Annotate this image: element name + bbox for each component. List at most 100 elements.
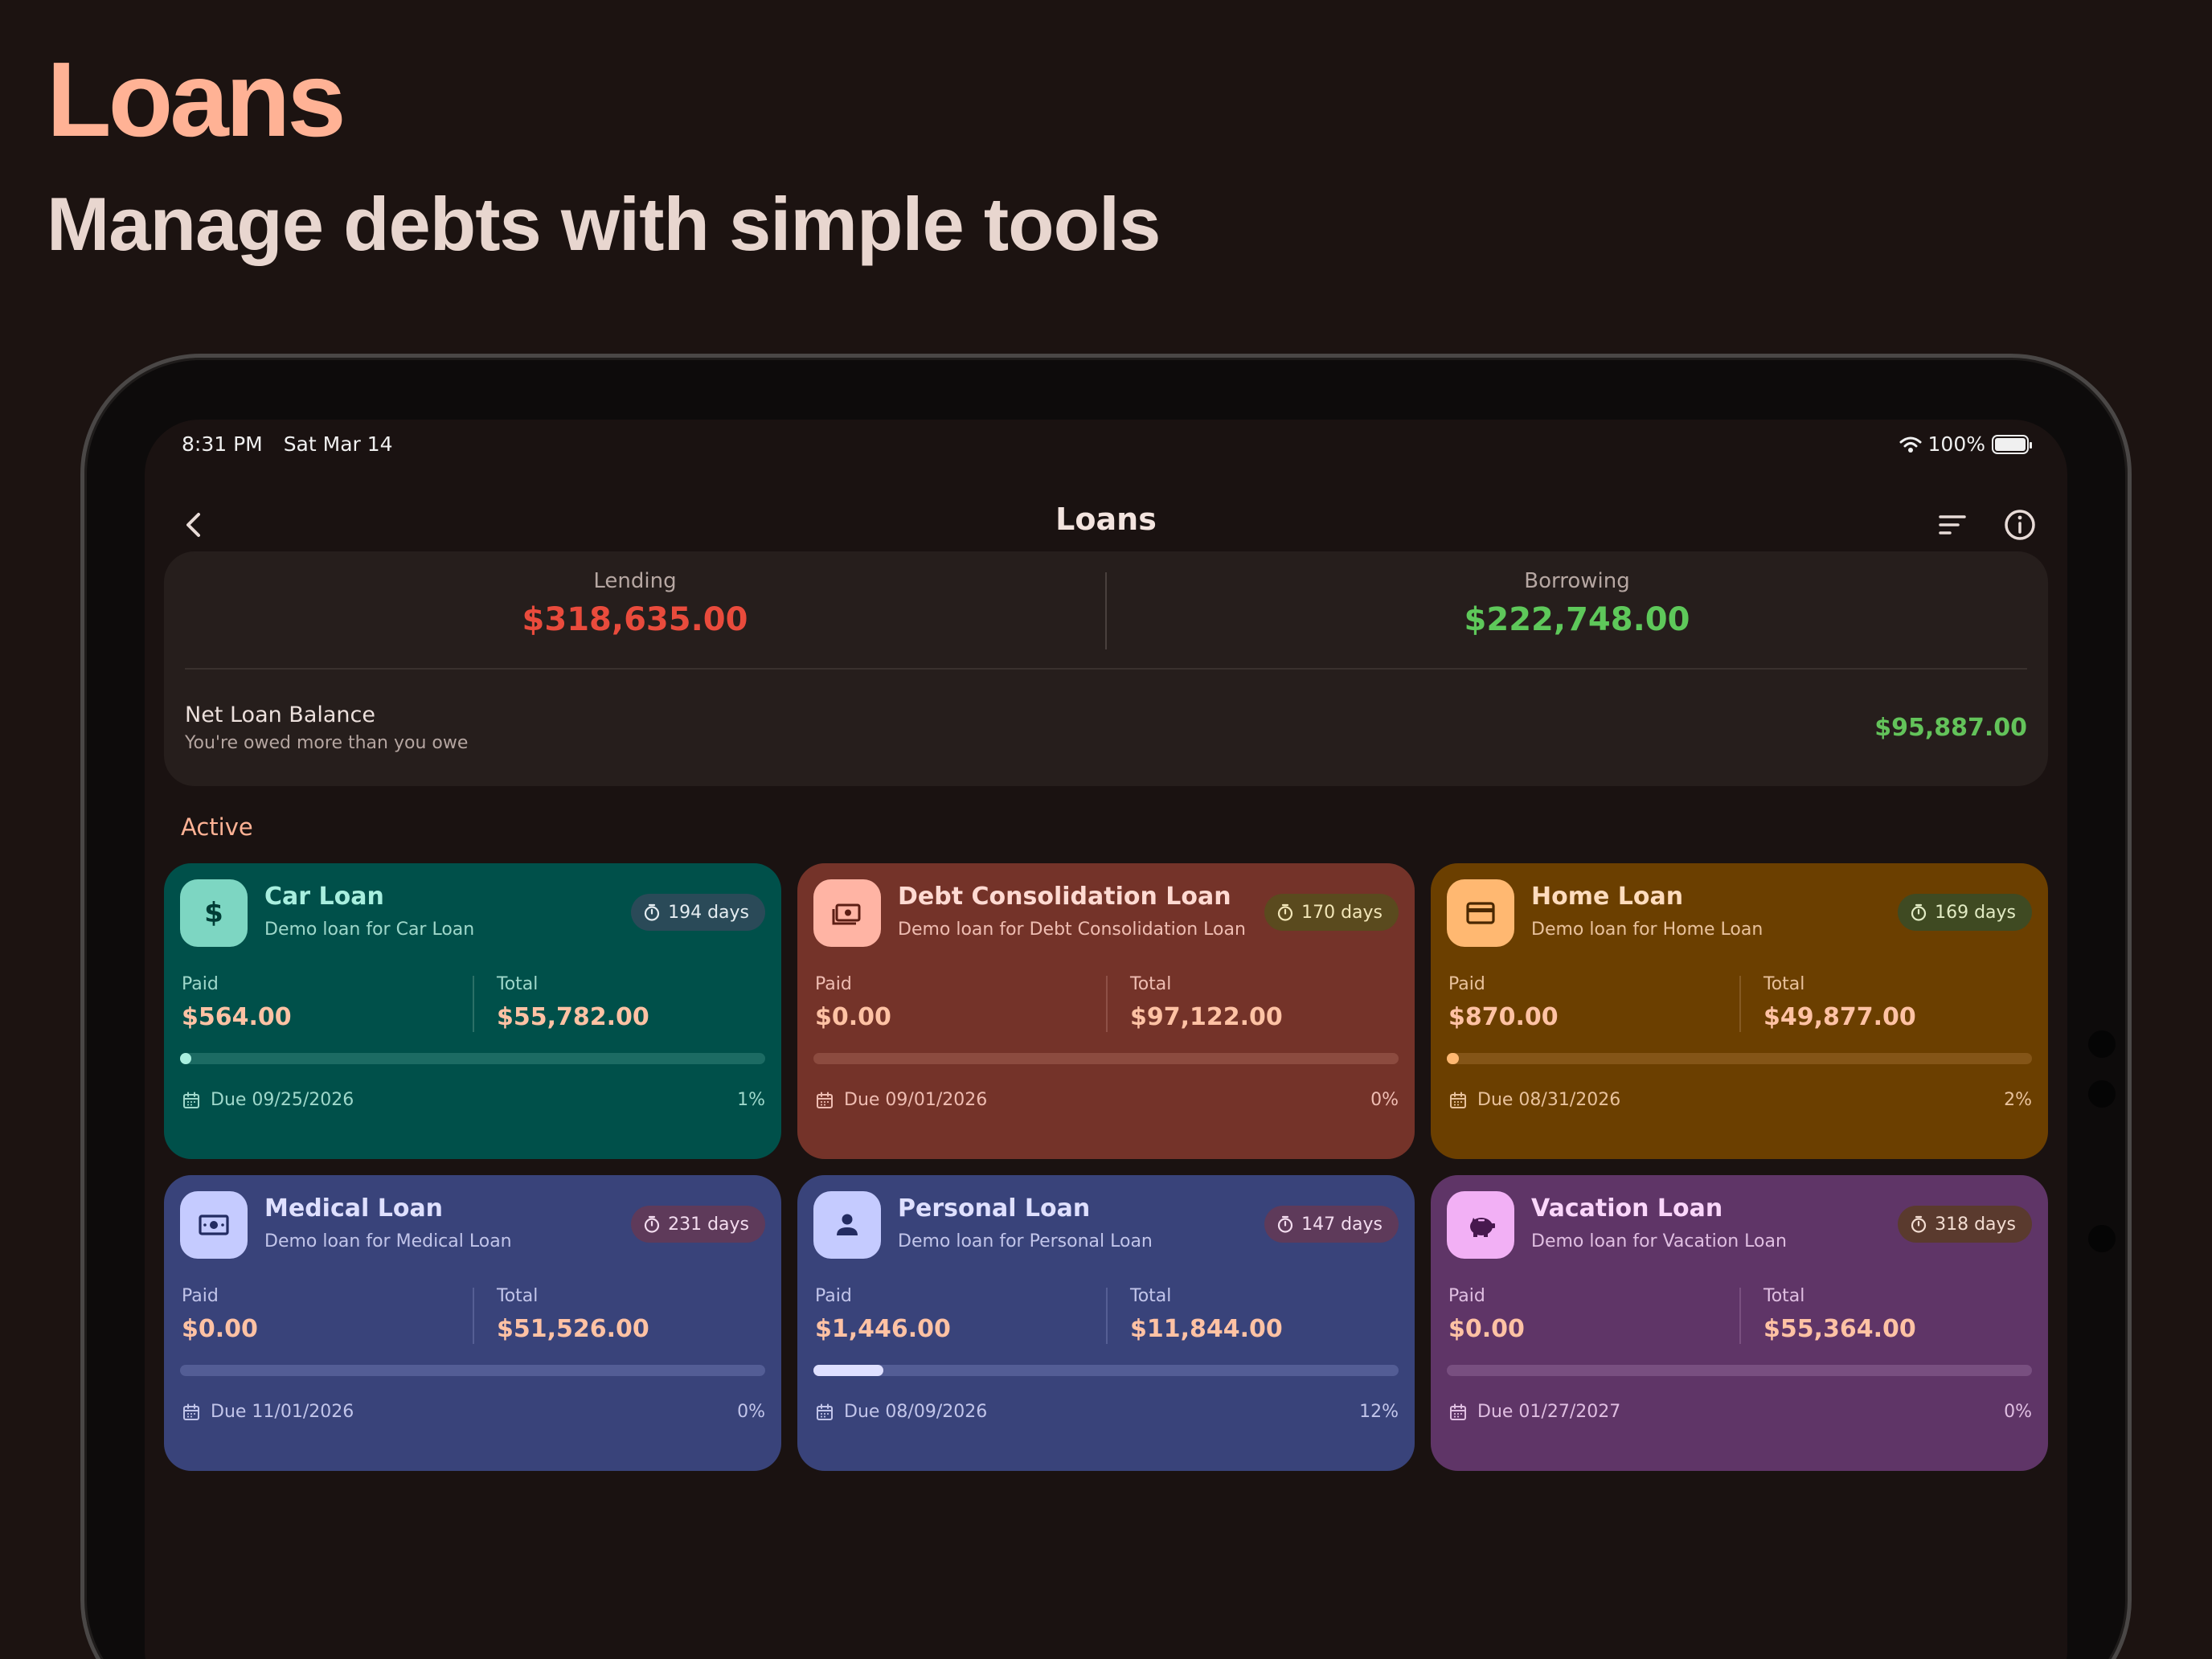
net-balance-subtitle: You're owed more than you owe <box>185 733 469 753</box>
total-amount: $11,844.00 <box>1130 1315 1283 1343</box>
timer-icon <box>644 1215 660 1233</box>
battery-percent: 100% <box>1927 432 1985 456</box>
loan-name: Home Loan <box>1531 883 1684 911</box>
due-date: Due 08/09/2026 <box>815 1402 987 1422</box>
total-amount: $51,526.00 <box>497 1315 649 1343</box>
wifi-icon <box>1899 436 1922 453</box>
progress-percent: 2% <box>2004 1090 2032 1110</box>
banknote-icon <box>180 1191 248 1259</box>
info-icon[interactable] <box>2000 505 2040 545</box>
progress-percent: 0% <box>1370 1090 1399 1110</box>
due-date-text: Due 11/01/2026 <box>211 1402 354 1422</box>
calendar-icon <box>1450 1403 1466 1420</box>
battery-icon <box>1992 434 2032 454</box>
total-amount: $55,782.00 <box>497 1003 649 1031</box>
divider <box>185 668 2027 670</box>
due-date-text: Due 08/31/2026 <box>1477 1090 1621 1110</box>
sort-icon[interactable] <box>1932 505 1972 545</box>
due-date-text: Due 09/25/2026 <box>211 1090 354 1110</box>
due-date: Due 09/25/2026 <box>182 1090 354 1110</box>
due-date-text: Due 01/27/2027 <box>1477 1402 1621 1422</box>
loan-card-debt-consolidation-loan[interactable]: Debt Consolidation Loan Demo loan for De… <box>797 863 1415 1159</box>
paid-label: Paid <box>1448 974 1485 994</box>
camera-dot <box>2088 1225 2116 1252</box>
days-remaining: 147 days <box>1301 1214 1382 1235</box>
paid-amount: $870.00 <box>1448 1003 1559 1031</box>
net-balance-amount: $95,887.00 <box>1874 714 2027 742</box>
days-remaining-chip: 194 days <box>631 894 765 931</box>
due-date: Due 08/31/2026 <box>1448 1090 1620 1110</box>
status-bar: 8:31 PM Sat Mar 14 100% <box>145 420 2067 471</box>
calendar-icon <box>817 1403 833 1420</box>
days-remaining-chip: 169 days <box>1898 894 2032 931</box>
total-label: Total <box>497 1286 539 1306</box>
days-remaining-chip: 231 days <box>631 1206 765 1243</box>
section-title-active: Active <box>181 813 253 841</box>
divider <box>1106 976 1108 1032</box>
promo-subtitle: Manage debts with simple tools <box>47 182 1161 266</box>
days-remaining-chip: 147 days <box>1264 1206 1399 1243</box>
total-label: Total <box>1763 974 1805 994</box>
due-date: Due 01/27/2027 <box>1448 1402 1620 1422</box>
days-remaining: 170 days <box>1301 902 1382 923</box>
loan-description: Demo loan for Personal Loan <box>898 1231 1153 1251</box>
paid-label: Paid <box>815 974 852 994</box>
timer-icon <box>644 903 660 921</box>
progress-fill <box>1447 1053 1459 1064</box>
camera-dot <box>2088 1030 2116 1058</box>
progress-percent: 0% <box>2004 1402 2032 1422</box>
days-remaining-chip: 170 days <box>1264 894 1399 931</box>
progress-track <box>1447 1365 2032 1376</box>
paid-label: Paid <box>1448 1286 1485 1306</box>
timer-icon <box>1911 903 1927 921</box>
timer-icon <box>1911 1215 1927 1233</box>
due-date-text: Due 08/09/2026 <box>844 1402 988 1422</box>
timer-icon <box>1277 1215 1293 1233</box>
paid-amount: $0.00 <box>182 1315 258 1343</box>
piggy-bank-icon <box>1447 1191 1514 1259</box>
progress-percent: 0% <box>737 1402 765 1422</box>
loan-description: Demo loan for Home Loan <box>1531 920 1763 940</box>
loan-card-medical-loan[interactable]: Medical Loan Demo loan for Medical Loan … <box>164 1175 781 1471</box>
page-title: Loans <box>1055 502 1157 537</box>
paid-amount: $0.00 <box>815 1003 891 1031</box>
paid-label: Paid <box>815 1286 852 1306</box>
loan-description: Demo loan for Car Loan <box>264 920 475 940</box>
timer-icon <box>1277 903 1293 921</box>
progress-percent: 12% <box>1359 1402 1399 1422</box>
days-remaining-chip: 318 days <box>1898 1206 2032 1243</box>
calendar-icon <box>183 1092 199 1108</box>
paid-amount: $564.00 <box>182 1003 292 1031</box>
loan-name: Car Loan <box>264 883 384 911</box>
progress-track <box>813 1365 1399 1376</box>
paid-label: Paid <box>182 1286 219 1306</box>
calendar-icon <box>183 1403 199 1420</box>
card-icon <box>1447 879 1514 947</box>
borrowing-summary: Borrowing $222,748.00 <box>1106 569 2048 638</box>
total-label: Total <box>1763 1286 1805 1306</box>
loan-name: Medical Loan <box>264 1194 444 1223</box>
loan-description: Demo loan for Medical Loan <box>264 1231 512 1251</box>
loan-card-vacation-loan[interactable]: Vacation Loan Demo loan for Vacation Loa… <box>1431 1175 2048 1471</box>
cash-icon <box>813 879 881 947</box>
lending-amount: $318,635.00 <box>522 601 748 638</box>
person-icon <box>813 1191 881 1259</box>
total-label: Total <box>497 974 539 994</box>
loan-name: Debt Consolidation Loan <box>898 883 1231 911</box>
days-remaining: 318 days <box>1935 1214 2016 1235</box>
loan-card-home-loan[interactable]: Home Loan Demo loan for Home Loan 169 da… <box>1431 863 2048 1159</box>
due-date: Due 09/01/2026 <box>815 1090 987 1110</box>
status-time: 8:31 PM <box>182 432 263 456</box>
days-remaining: 169 days <box>1935 902 2016 923</box>
calendar-icon <box>1450 1092 1466 1108</box>
loan-card-car-loan[interactable]: $ Car Loan Demo loan for Car Loan 194 da… <box>164 863 781 1159</box>
due-date-text: Due 09/01/2026 <box>844 1090 988 1110</box>
status-date: Sat Mar 14 <box>283 432 393 456</box>
borrowing-label: Borrowing <box>1524 569 1630 593</box>
divider <box>1106 1288 1108 1344</box>
paid-amount: $1,446.00 <box>815 1315 951 1343</box>
loan-card-personal-loan[interactable]: Personal Loan Demo loan for Personal Loa… <box>797 1175 1415 1471</box>
progress-track <box>813 1053 1399 1064</box>
lending-summary: Lending $318,635.00 <box>164 569 1106 638</box>
loan-description: Demo loan for Vacation Loan <box>1531 1231 1787 1251</box>
